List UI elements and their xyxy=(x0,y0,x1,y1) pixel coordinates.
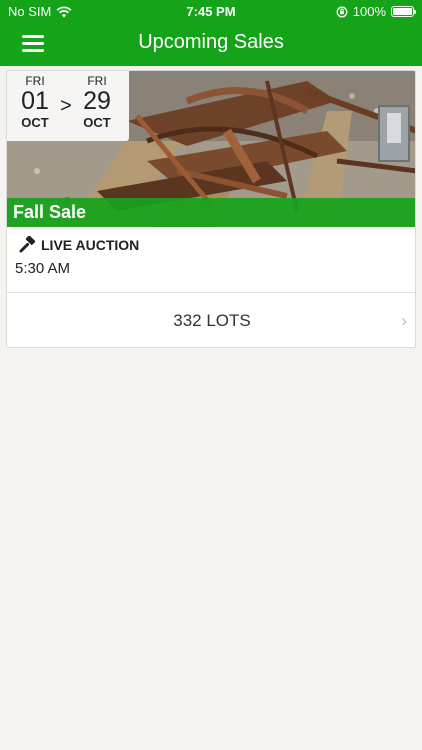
sale-name: Fall Sale xyxy=(7,198,415,227)
lots-count: 332 LOTS xyxy=(173,311,251,330)
start-day: 01 xyxy=(21,87,49,115)
start-date: FRI 01 OCT xyxy=(9,74,61,130)
auction-type: LIVE AUCTION xyxy=(19,236,139,254)
page-title: Upcoming Sales xyxy=(138,31,284,53)
lots-button[interactable]: 332 LOTS › xyxy=(7,293,415,347)
end-month: OCT xyxy=(83,115,111,130)
date-range: FRI 01 OCT > FRI 29 OCT xyxy=(7,71,129,141)
sale-photo: FRI 01 OCT > FRI 29 OCT Fall Sale xyxy=(7,71,415,227)
start-month: OCT xyxy=(21,115,49,130)
nav-bar: Upcoming Sales xyxy=(0,22,422,66)
sale-time: 5:30 AM xyxy=(15,260,71,277)
chevron-right-icon: › xyxy=(401,311,407,330)
gavel-icon xyxy=(19,236,36,253)
end-day: 29 xyxy=(83,87,111,115)
sale-info: LIVE AUCTION 5:30 AM xyxy=(7,227,415,293)
battery-icon xyxy=(391,6,416,17)
sale-card[interactable]: FRI 01 OCT > FRI 29 OCT Fall Sale LIVE A… xyxy=(6,70,416,348)
date-separator: > xyxy=(60,95,72,117)
status-right: 100% xyxy=(336,4,416,19)
status-bar: No SIM 7:45 PM 100% xyxy=(0,0,422,22)
header: No SIM 7:45 PM 100% Upcoming Sales xyxy=(0,0,422,66)
end-weekday: FRI xyxy=(87,74,107,88)
auction-type-label: LIVE AUCTION xyxy=(41,237,140,253)
end-date: FRI 29 OCT xyxy=(71,74,123,130)
battery-label: 100% xyxy=(352,4,386,19)
start-weekday: FRI xyxy=(25,74,45,88)
orientation-lock-icon xyxy=(336,6,348,17)
